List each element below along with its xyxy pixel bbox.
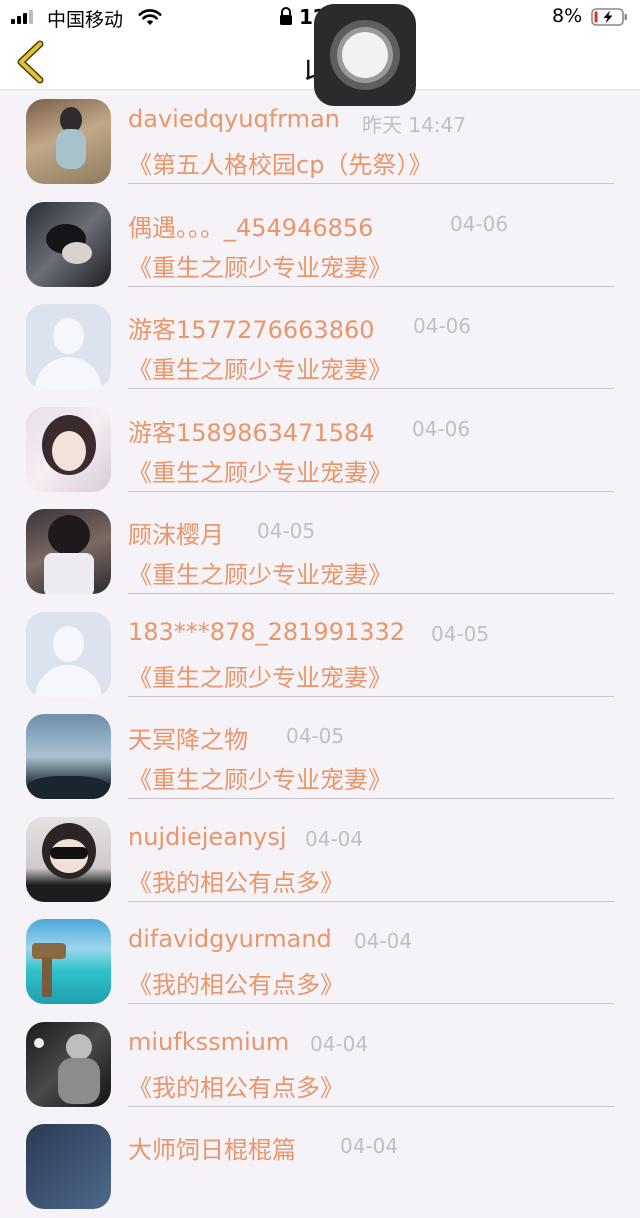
divider (128, 798, 614, 799)
carrier-name: 中国移动 (47, 9, 124, 31)
divider (128, 183, 614, 184)
book-title: 《重生之顾少专业宠妻》 (128, 561, 392, 589)
item-date: 04-04 (305, 826, 364, 851)
list-item[interactable]: 大师饲日棍棍篇 04-04 (0, 1115, 640, 1218)
battery-charging-icon (591, 8, 627, 26)
user-name: 游客1577276663860 (128, 316, 375, 344)
item-date: 04-06 (412, 416, 471, 441)
list-item[interactable]: 游客1589863471584 04-06 《重生之顾少专业宠妻》 (0, 398, 640, 501)
default-avatar (26, 304, 111, 389)
user-name: nujdiejeanysj (128, 822, 287, 851)
wifi-icon (138, 9, 162, 25)
divider (128, 388, 614, 389)
user-name: miufkssmium (128, 1027, 290, 1056)
item-date: 04-04 (310, 1031, 369, 1056)
book-title: 《我的相公有点多》 (128, 868, 344, 897)
item-date: 04-04 (354, 929, 413, 953)
user-name: difavidgyurmand (128, 925, 332, 953)
user-name: daviedqyuqfrman (128, 105, 340, 133)
favorites-list: daviedqyuqfrman 昨天 14:47 《第五人格校园cp（先祭）》 … (0, 90, 640, 1218)
user-name: 大师饲日棍棍篇 (128, 1136, 296, 1164)
assistive-touch-button[interactable] (314, 4, 416, 106)
list-item[interactable]: 游客1577276663860 04-06 《重生之顾少专业宠妻》 (0, 295, 640, 398)
list-item[interactable]: nujdiejeanysj 04-04 《我的相公有点多》 (0, 808, 640, 911)
book-title: 《重生之顾少专业宠妻》 (128, 766, 392, 794)
item-date: 04-06 (450, 211, 509, 236)
item-date: 04-05 (257, 519, 316, 543)
avatar (26, 509, 111, 594)
item-date: 昨天 14:47 (362, 113, 466, 137)
divider (128, 1105, 614, 1107)
lock-icon (280, 7, 292, 25)
list-item[interactable]: difavidgyurmand 04-04 《我的相公有点多》 (0, 910, 640, 1013)
default-avatar (26, 611, 111, 697)
user-name: 顾沫樱月 (128, 521, 224, 549)
book-title: 《我的相公有点多》 (128, 1073, 344, 1102)
user-name: 天冥降之物 (128, 726, 248, 754)
book-title: 《我的相公有点多》 (128, 971, 344, 999)
divider (128, 1003, 614, 1004)
book-title: 《第五人格校园cp（先祭）》 (128, 151, 433, 179)
avatar (26, 201, 111, 287)
divider (128, 285, 614, 287)
avatar (26, 919, 111, 1004)
avatar (26, 714, 111, 799)
list-item[interactable]: daviedqyuqfrman 昨天 14:47 《第五人格校园cp（先祭）》 (0, 90, 640, 193)
list-item[interactable]: miufkssmium 04-04 《我的相公有点多》 (0, 1013, 640, 1116)
book-title: 《重生之顾少专业宠妻》 (128, 356, 392, 384)
avatar (26, 816, 111, 902)
book-title: 《重生之顾少专业宠妻》 (128, 253, 392, 282)
signal-icon (11, 10, 37, 24)
avatar (26, 1124, 111, 1209)
user-name: 游客1589863471584 (128, 418, 375, 447)
avatar (26, 1021, 111, 1107)
divider (128, 900, 614, 902)
divider (128, 490, 614, 492)
user-name: 偶遇。。。_454946856 (128, 213, 374, 242)
avatar (26, 406, 111, 492)
list-item[interactable]: 天冥降之物 04-05 《重生之顾少专业宠妻》 (0, 705, 640, 808)
list-item[interactable]: 偶遇。。。_454946856 04-06 《重生之顾少专业宠妻》 (0, 193, 640, 296)
book-title: 《重生之顾少专业宠妻》 (128, 663, 392, 692)
list-item[interactable]: 顾沫樱月 04-05 《重生之顾少专业宠妻》 (0, 500, 640, 603)
item-date: 04-05 (286, 724, 345, 748)
divider (128, 695, 614, 697)
list-item[interactable]: 183***878_281991332 04-05 《重生之顾少专业宠妻》 (0, 603, 640, 706)
item-date: 04-05 (431, 621, 490, 646)
book-title: 《重生之顾少专业宠妻》 (128, 458, 392, 487)
avatar (26, 99, 111, 184)
battery-percent: 8% (552, 5, 583, 27)
divider (128, 593, 614, 594)
item-date: 04-04 (340, 1134, 399, 1158)
item-date: 04-06 (413, 314, 472, 338)
user-name: 183***878_281991332 (128, 617, 406, 646)
